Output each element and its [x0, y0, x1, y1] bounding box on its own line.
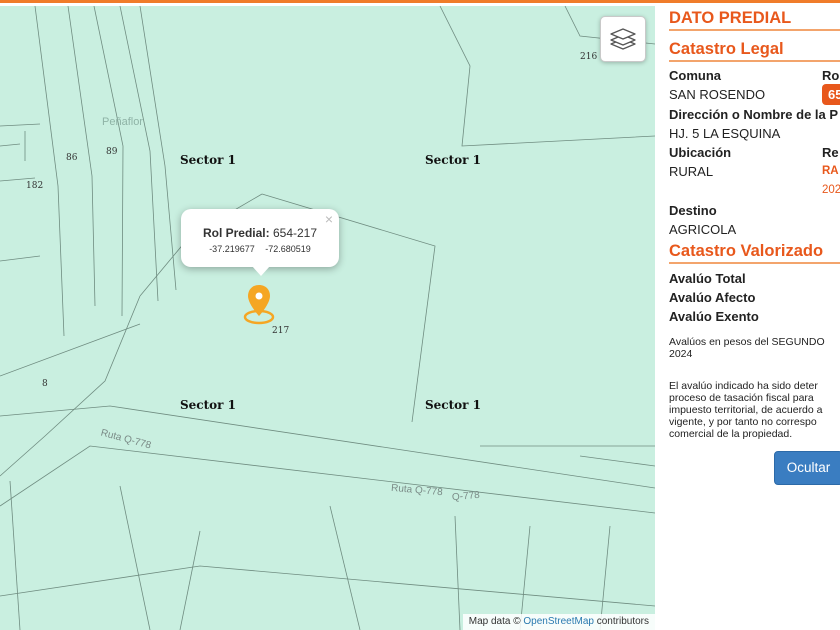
popup-value: 654-217	[272, 226, 318, 240]
parcel-number: 86	[66, 153, 78, 163]
popup-label: Rol Predial:	[202, 226, 270, 240]
popup-close-button[interactable]: ×	[325, 211, 333, 227]
panel-title: DATO PREDIAL	[669, 9, 792, 27]
comuna-value: SAN ROSENDO	[669, 87, 766, 102]
layers-icon	[610, 28, 636, 50]
sector-label: Sector 1	[425, 398, 482, 412]
avaluo-afecto-label: Avalúo Afecto	[669, 290, 756, 305]
destino-label: Destino	[669, 203, 717, 218]
divider	[669, 262, 840, 264]
destino-value: AGRICOLA	[669, 222, 737, 237]
ra-value: RA	[822, 165, 839, 177]
sector-label: Sector 1	[425, 153, 482, 167]
disclaimer: El avalúo indicado ha sido deter proceso…	[669, 380, 840, 440]
direccion-label: Dirección o Nombre de la P	[669, 107, 839, 122]
note-line: Avalúos en pesos del SEGUNDO	[669, 336, 825, 348]
comuna-label: Comuna	[669, 68, 721, 83]
popup-lat: -37.219677	[209, 244, 255, 254]
map-pin-icon[interactable]	[242, 283, 276, 332]
ubicacion-label: Ubicación	[669, 145, 732, 160]
property-panel: DATO PREDIAL Catastro Legal Comuna Ro SA…	[669, 0, 840, 630]
divider	[669, 29, 840, 31]
sector-label: Sector 1	[180, 153, 237, 167]
popup-coords: -37.219677 -72.680519	[181, 244, 339, 254]
avaluo-exento-label: Avalúo Exento	[669, 309, 759, 324]
attribution-prefix: Map data ©	[468, 616, 521, 627]
parcel-number: 89	[106, 147, 118, 157]
rol-popup: × Rol Predial: 654-217 -37.219677 -72.68…	[181, 209, 339, 276]
section-valorizado-title: Catastro Valorizado	[669, 242, 824, 260]
ubicacion-value: RURAL	[669, 164, 714, 179]
parcel-boundaries	[0, 6, 655, 630]
disclaimer-line: impuesto territorial, de acuerdo a	[669, 404, 823, 416]
place-name: Peñaflor	[102, 116, 143, 128]
osm-link[interactable]: OpenStreetMap	[523, 616, 594, 627]
section-legal-title: Catastro Legal	[669, 40, 784, 58]
parcel-number: 8	[42, 379, 48, 389]
map-attribution: Map data © OpenStreetMap contributors	[462, 614, 655, 630]
avaluo-total-label: Avalúo Total	[669, 271, 746, 286]
popup-title: Rol Predial: 654-217	[181, 226, 339, 240]
disclaimer-line: El avalúo indicado ha sido deter	[669, 380, 818, 392]
parcel-number: 182	[26, 181, 44, 191]
disclaimer-line: proceso de tasación fiscal para	[669, 392, 814, 404]
year-value: 202	[822, 184, 840, 196]
valuation-note: Avalúos en pesos del SEGUNDO 2024	[669, 336, 840, 360]
direccion-value: HJ. 5 LA ESQUINA	[669, 126, 781, 141]
map-view[interactable]: Peñaflor Sector 1 Sector 1 Sector 1 Sect…	[0, 6, 655, 630]
disclaimer-line: comercial de la propiedad.	[669, 428, 793, 440]
rol-label: Ro	[822, 68, 840, 83]
disclaimer-line: vigente, y por tanto no correspo	[669, 416, 817, 428]
sector-label: Sector 1	[180, 398, 237, 412]
parcel-number: 216	[580, 52, 598, 62]
note-line: 2024	[669, 348, 693, 360]
layers-button[interactable]	[600, 16, 646, 62]
attribution-suffix: contributors	[596, 616, 649, 627]
hide-button[interactable]: Ocultar	[774, 451, 840, 485]
popup-lon: -72.680519	[265, 244, 311, 254]
rol-badge: 65	[822, 84, 840, 105]
re-label: Re	[822, 145, 839, 160]
divider	[669, 60, 840, 62]
